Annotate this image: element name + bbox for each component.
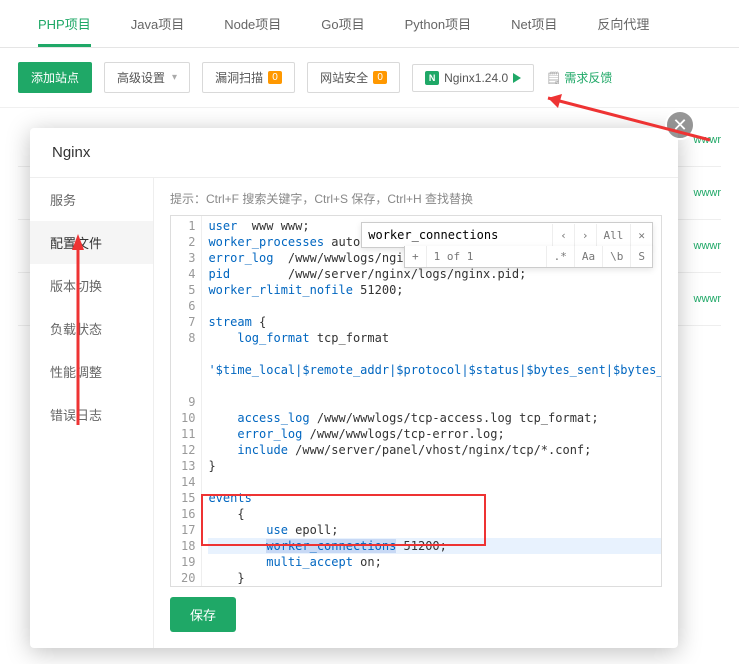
- code-editor[interactable]: ‹ › All ✕ + 1 of 1 .* Aa \b S 1234567891…: [170, 215, 662, 587]
- sidebar-item-2[interactable]: 版本切换: [30, 264, 153, 307]
- close-icon[interactable]: ✕: [665, 110, 695, 140]
- find-opt-word[interactable]: \b: [602, 246, 630, 267]
- editor-hint: 提示：Ctrl+F 搜索关键字，Ctrl+S 保存，Ctrl+H 查找替换: [170, 190, 662, 207]
- modal-title: Nginx: [30, 128, 678, 177]
- save-button[interactable]: 保存: [170, 597, 236, 632]
- find-close-button[interactable]: ✕: [630, 224, 652, 247]
- sidebar-item-4[interactable]: 性能调整: [30, 350, 153, 393]
- find-bar: ‹ › All ✕: [361, 222, 653, 248]
- find-opt-s[interactable]: S: [630, 246, 652, 267]
- sidebar-item-3[interactable]: 负载状态: [30, 307, 153, 350]
- code-content[interactable]: user www www;worker_processes auto;error…: [202, 216, 661, 586]
- find-options: + 1 of 1 .* Aa \b S: [404, 246, 653, 268]
- editor-pane: 提示：Ctrl+F 搜索关键字，Ctrl+S 保存，Ctrl+H 查找替换 ‹ …: [154, 178, 678, 648]
- find-next-button[interactable]: ›: [574, 224, 596, 247]
- find-opt-regex[interactable]: .*: [546, 246, 574, 267]
- find-prev-button[interactable]: ‹: [552, 224, 574, 247]
- find-count: 1 of 1: [426, 246, 546, 267]
- nginx-modal: Nginx 服务配置文件版本切换负载状态性能调整错误日志 提示：Ctrl+F 搜…: [30, 128, 678, 648]
- sidebar-item-1[interactable]: 配置文件: [30, 221, 153, 264]
- find-plus-button[interactable]: +: [405, 246, 426, 267]
- sidebar-item-5[interactable]: 错误日志: [30, 393, 153, 436]
- line-gutter: 123456789101112131415161718192021222324: [171, 216, 202, 586]
- sidebar-item-0[interactable]: 服务: [30, 178, 153, 221]
- modal-sidebar: 服务配置文件版本切换负载状态性能调整错误日志: [30, 178, 154, 648]
- find-all-button[interactable]: All: [596, 224, 631, 247]
- find-opt-case[interactable]: Aa: [574, 246, 602, 267]
- find-input[interactable]: [362, 223, 552, 247]
